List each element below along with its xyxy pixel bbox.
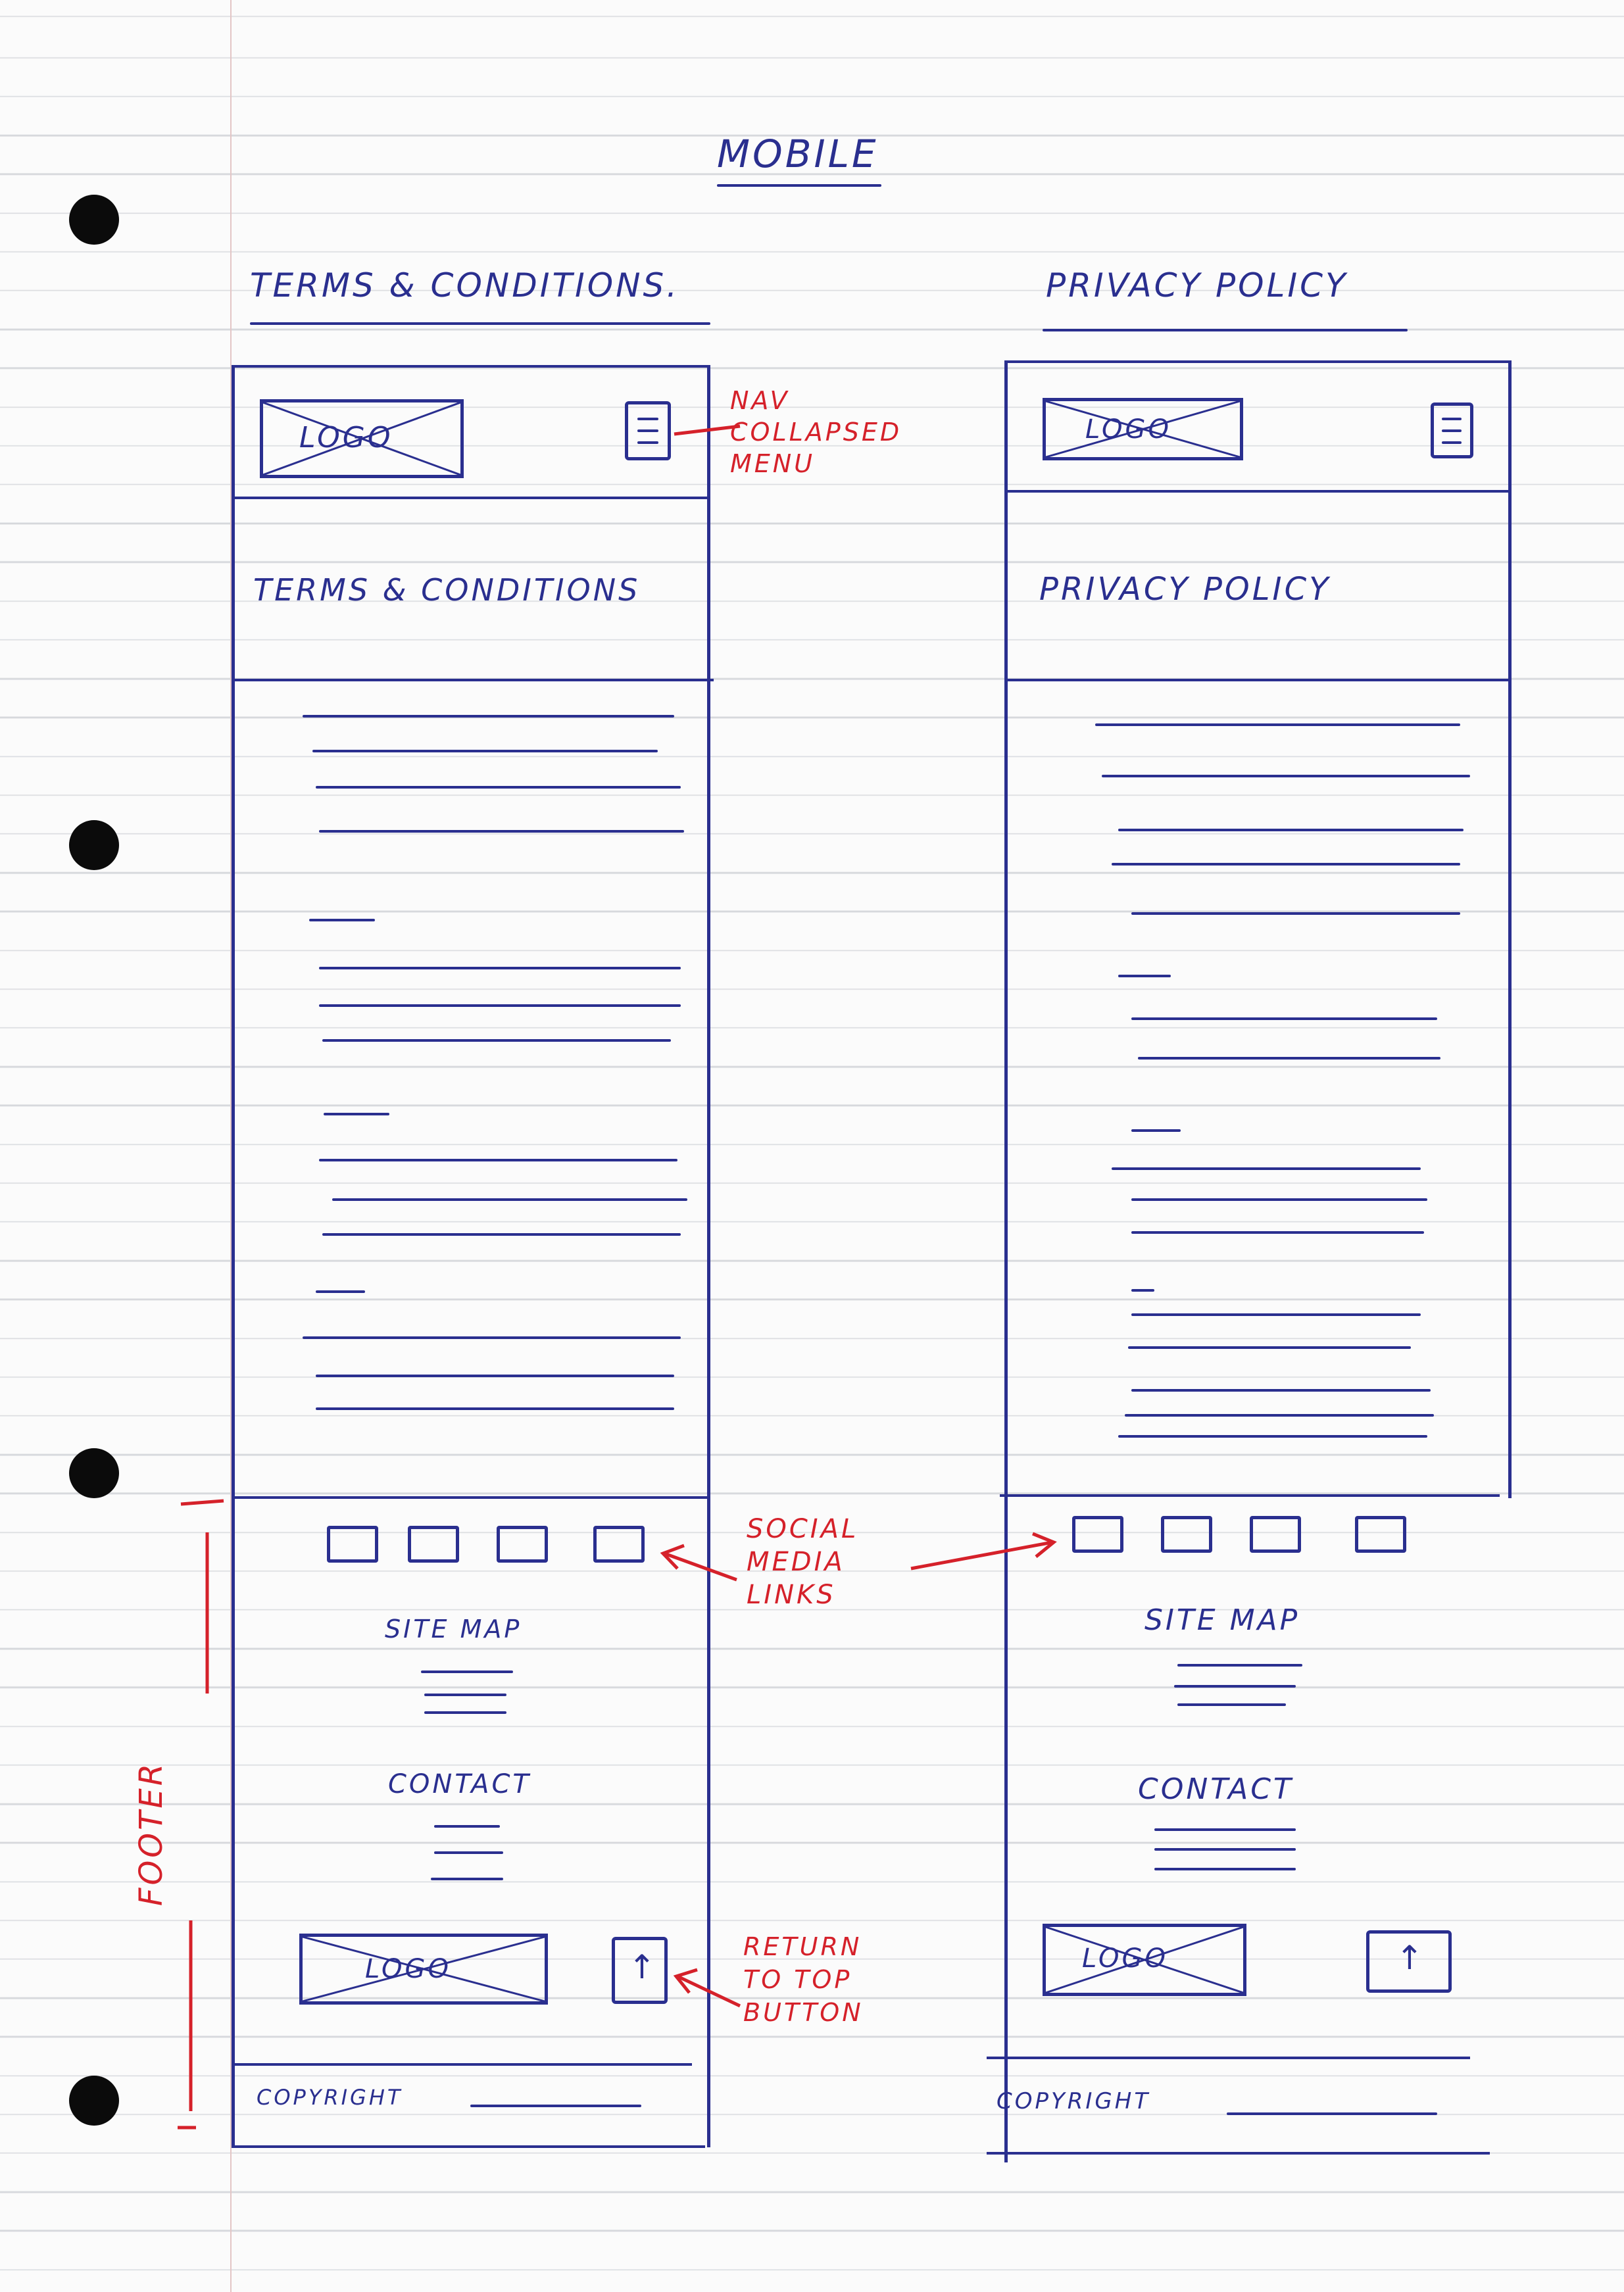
annotation-social-links: SOCIAL MEDIA LINKS <box>747 1514 859 1610</box>
annotation-footer: FOOTER <box>133 1761 170 1907</box>
annotation-return-top: RETURN TO TOP BUTTON <box>743 1932 864 2027</box>
annotation-nav-menu: NAV COLLAPSED MENU <box>730 386 902 478</box>
